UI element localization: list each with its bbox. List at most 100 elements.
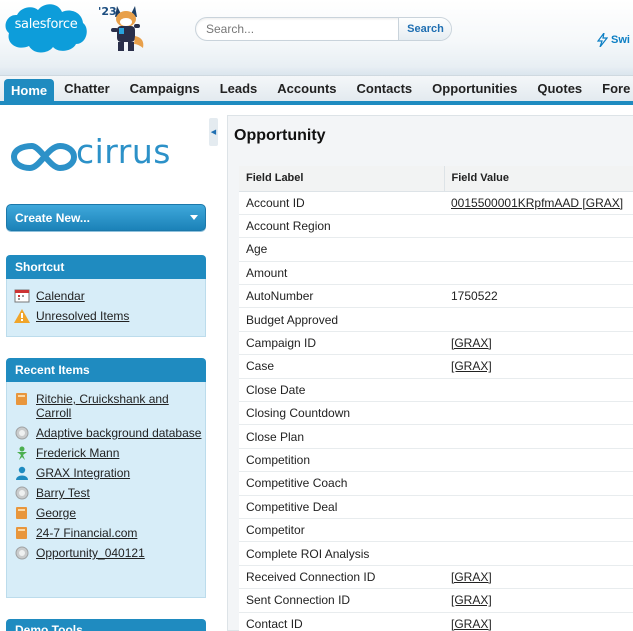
- table-row: Close Date: [239, 378, 633, 403]
- field-value-cell: [GRAX]: [444, 588, 633, 613]
- field-value-cell: 0015500001KRpfmAAD [GRAX]: [444, 191, 633, 215]
- field-label-cell: Close Plan: [239, 424, 444, 449]
- list-item: Unresolved Items: [7, 306, 205, 326]
- main-tab-bar: Home Chatter Campaigns Leads Accounts Contact…: [0, 75, 633, 105]
- table-row: Closing Countdown: [239, 401, 633, 426]
- table-row: Close Plan: [239, 424, 633, 449]
- field-label-cell: Competitor: [239, 518, 444, 543]
- tab-quotes[interactable]: Quotes: [527, 76, 592, 101]
- opportunity-icon: [14, 486, 30, 500]
- table-row: Campaign ID [GRAX]: [239, 331, 633, 356]
- field-value-link[interactable]: [GRAX]: [451, 336, 492, 350]
- demo-tools-header[interactable]: Demo Tools: [6, 619, 206, 631]
- recent-items-list: Ritchie, Cruickshank and Carroll Adaptive…: [6, 382, 206, 598]
- table-row: Age: [239, 237, 633, 262]
- field-value-cell: [444, 261, 633, 286]
- field-value-link[interactable]: 0015500001KRpfmAAD [GRAX]: [451, 196, 623, 210]
- global-search: Search: [195, 17, 452, 41]
- field-label-cell: Competition: [239, 448, 444, 473]
- field-label-cell: Account Region: [239, 214, 444, 239]
- field-value-link[interactable]: [GRAX]: [451, 359, 492, 373]
- list-item-link[interactable]: Unresolved Items: [36, 309, 129, 323]
- table-row: Complete ROI Analysis: [239, 541, 633, 566]
- field-value-cell: 1750522: [444, 284, 633, 309]
- field-label-cell: Competitive Deal: [239, 495, 444, 519]
- list-item-link[interactable]: Opportunity_040121: [36, 546, 145, 560]
- table-row: Competitive Coach: [239, 471, 633, 496]
- search-input[interactable]: [196, 18, 398, 40]
- table-row: Contact ID [GRAX]: [239, 612, 633, 631]
- field-value-link[interactable]: [GRAX]: [451, 570, 492, 584]
- field-value-link[interactable]: [GRAX]: [451, 617, 492, 631]
- list-item: Adaptive background database: [7, 423, 205, 443]
- table-row: Sent Connection ID [GRAX]: [239, 588, 633, 613]
- table-row: Received Connection ID [GRAX]: [239, 565, 633, 590]
- list-item-link[interactable]: Frederick Mann: [36, 446, 119, 460]
- tab-fore[interactable]: Fore: [592, 76, 633, 101]
- tab-opportunities[interactable]: Opportunities: [422, 76, 527, 101]
- shortcut-list: Calendar Unresolved Items: [6, 279, 206, 337]
- tab-leads[interactable]: Leads: [210, 76, 268, 101]
- contact-icon: [14, 466, 30, 480]
- sidebar-collapse-handle[interactable]: ◀: [209, 118, 218, 146]
- caret-down-icon: [190, 215, 198, 220]
- field-label-cell: Competitive Coach: [239, 471, 444, 496]
- tab-campaigns[interactable]: Campaigns: [120, 76, 210, 101]
- shortcut-title: Shortcut: [15, 260, 65, 274]
- field-value-cell: [444, 237, 633, 262]
- opportunity-icon: [14, 426, 30, 440]
- recent-items-title: Recent Items: [15, 363, 90, 377]
- tab-contacts[interactable]: Contacts: [347, 76, 423, 101]
- list-item: Frederick Mann: [7, 443, 205, 463]
- list-item-link[interactable]: George: [36, 506, 76, 520]
- list-item: Calendar: [7, 286, 205, 306]
- field-label-cell: Contact ID: [239, 612, 444, 631]
- list-item: Ritchie, Cruickshank and Carroll: [7, 389, 205, 423]
- list-item: Barry Test: [7, 483, 205, 503]
- lightning-bolt-icon: [597, 33, 608, 47]
- field-label-cell: Closing Countdown: [239, 401, 444, 426]
- list-item-link[interactable]: Ritchie, Cruickshank and Carroll: [36, 392, 205, 420]
- search-button[interactable]: Search: [398, 18, 451, 40]
- field-label-cell: AutoNumber: [239, 284, 444, 309]
- list-item-link[interactable]: Calendar: [36, 289, 85, 303]
- switch-link-label: Swi: [611, 34, 630, 46]
- recent-items-header: Recent Items: [6, 358, 206, 382]
- field-value-cell: [444, 424, 633, 449]
- field-value-cell: [444, 401, 633, 426]
- create-new-dropdown[interactable]: Create New...: [6, 204, 206, 231]
- field-label-cell: Case: [239, 354, 444, 379]
- table-row: AutoNumber 1750522: [239, 284, 633, 309]
- field-value-cell: [444, 518, 633, 543]
- tab-home[interactable]: Home: [4, 79, 55, 101]
- field-value-cell: [444, 307, 633, 332]
- cirrus-brand-text: cirrus: [76, 132, 171, 171]
- list-item-link[interactable]: Adaptive background database: [36, 426, 201, 440]
- warning-icon: [14, 309, 30, 323]
- list-item-link[interactable]: 24-7 Financial.com: [36, 526, 137, 540]
- table-row: Account Region: [239, 214, 633, 239]
- list-item-link[interactable]: GRAX Integration: [36, 466, 130, 480]
- page-title: Opportunity: [234, 127, 326, 144]
- table-row: Case [GRAX]: [239, 354, 633, 379]
- field-value-cell: [444, 471, 633, 496]
- field-value-cell: [444, 214, 633, 239]
- field-value-cell: [GRAX]: [444, 565, 633, 590]
- field-label-cell: Complete ROI Analysis: [239, 541, 444, 566]
- tab-accounts[interactable]: Accounts: [267, 76, 346, 101]
- table-row: Competitor: [239, 518, 633, 543]
- salesforce-logo-text: salesforce: [14, 17, 78, 32]
- account-icon: [14, 506, 30, 520]
- table-header-row: Field Label Field Value: [239, 166, 633, 192]
- table-row: Account ID 0015500001KRpfmAAD [GRAX]: [239, 191, 633, 215]
- list-item-link[interactable]: Barry Test: [36, 486, 90, 500]
- lead-icon: [14, 446, 30, 460]
- field-value-link[interactable]: [GRAX]: [451, 593, 492, 607]
- tab-chatter[interactable]: Chatter: [54, 76, 120, 101]
- table-row: Competitive Deal: [239, 495, 633, 519]
- demo-tools-title: Demo Tools: [15, 623, 83, 631]
- chevron-left-icon: ◀: [210, 129, 217, 136]
- field-value-cell: [GRAX]: [444, 612, 633, 631]
- switch-to-lightning-link[interactable]: Swi: [597, 33, 630, 47]
- account-icon: [14, 392, 30, 406]
